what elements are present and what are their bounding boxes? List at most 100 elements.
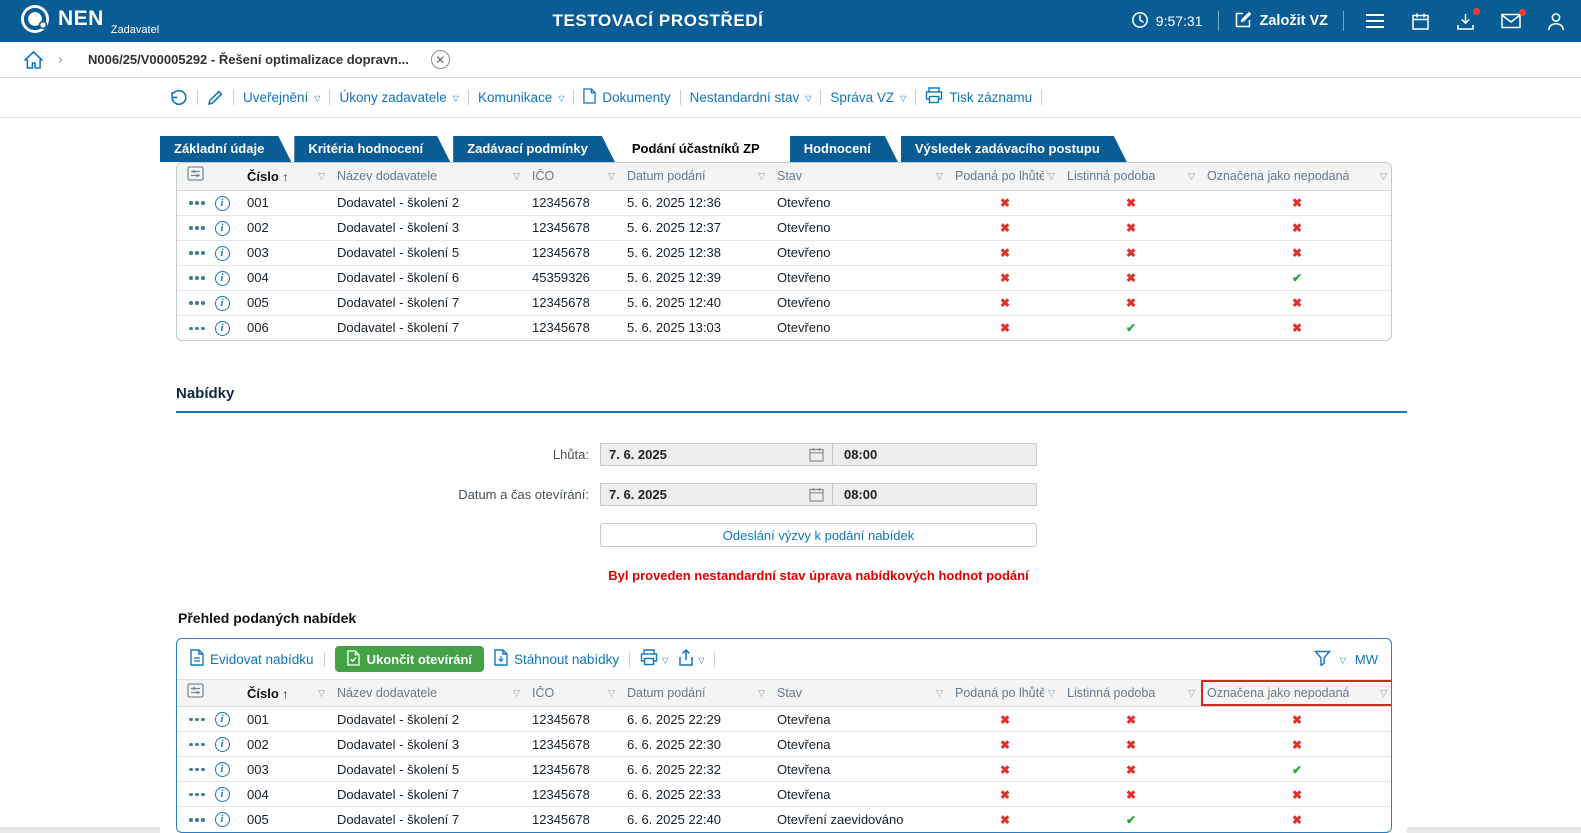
close-record-icon[interactable]: ✕ bbox=[431, 50, 450, 69]
menu-nestandardni-stav[interactable]: Nestandardní stav▽ bbox=[690, 90, 812, 105]
row-detail-icon[interactable]: i bbox=[215, 712, 230, 727]
sort-asc-icon[interactable]: ↑ bbox=[282, 170, 288, 184]
menu-dokumenty[interactable]: Dokumenty bbox=[583, 88, 670, 107]
column-header[interactable]: Datum podání▽ bbox=[621, 680, 771, 707]
filter-icon[interactable]: ▽ bbox=[936, 171, 943, 182]
column-header[interactable]: Označena jako nepodaná▽ bbox=[1201, 163, 1392, 190]
row-detail-icon[interactable]: i bbox=[215, 737, 230, 752]
row-menu-icon[interactable] bbox=[189, 251, 205, 255]
column-chooser-icon[interactable] bbox=[183, 683, 204, 698]
view-dropdown-icon[interactable]: ▽ bbox=[1340, 656, 1346, 665]
row-detail-icon[interactable]: i bbox=[215, 246, 230, 261]
deadline-date-input[interactable]: 7. 6. 2025 bbox=[600, 443, 833, 466]
tab-1[interactable]: Základní údaje bbox=[160, 136, 291, 162]
column-header[interactable]: Podaná po lhůtě▽ bbox=[949, 680, 1061, 707]
row-detail-icon[interactable]: i bbox=[215, 812, 230, 827]
row-menu-icon[interactable] bbox=[189, 768, 205, 772]
opening-time-input[interactable]: 08:00 bbox=[833, 483, 1037, 506]
calendar-picker-icon[interactable] bbox=[809, 487, 824, 502]
column-header[interactable]: Číslo ↑▽ bbox=[241, 163, 331, 190]
grid-row[interactable]: i003Dodavatel - školení 5123456786. 6. 2… bbox=[177, 757, 1392, 782]
filter-icon[interactable]: ▽ bbox=[1188, 171, 1195, 182]
filter-icon[interactable]: ▽ bbox=[758, 171, 765, 182]
tab-3[interactable]: Zadávací podmínky bbox=[453, 136, 615, 162]
row-menu-icon[interactable] bbox=[189, 743, 205, 747]
column-header[interactable]: Označena jako nepodaná▽ bbox=[1201, 680, 1392, 707]
tab-4[interactable]: Podání účastníků ZP bbox=[618, 136, 787, 162]
column-header[interactable]: Listinná podoba▽ bbox=[1061, 680, 1201, 707]
column-header[interactable]: Název dodavatele▽ bbox=[331, 163, 526, 190]
row-detail-icon[interactable]: i bbox=[215, 787, 230, 802]
home-icon[interactable] bbox=[24, 51, 43, 69]
grid-row[interactable]: i004Dodavatel - školení 7123456786. 6. 2… bbox=[177, 782, 1392, 807]
column-header[interactable]: Číslo ↑▽ bbox=[241, 680, 331, 707]
row-detail-icon[interactable]: i bbox=[215, 762, 230, 777]
messages-icon[interactable] bbox=[1501, 13, 1521, 29]
view-label[interactable]: MW bbox=[1355, 652, 1378, 667]
brand[interactable]: NEN Zadavatel bbox=[20, 4, 159, 39]
menu-sprava-vz[interactable]: Správa VZ▽ bbox=[830, 90, 906, 105]
column-header[interactable]: IČO▽ bbox=[526, 680, 621, 707]
row-menu-icon[interactable] bbox=[189, 276, 205, 280]
send-invitation-button[interactable]: Odeslání výzvy k podání nabídek bbox=[600, 523, 1037, 547]
row-menu-icon[interactable] bbox=[189, 201, 205, 205]
row-detail-icon[interactable]: i bbox=[215, 296, 230, 311]
row-detail-icon[interactable]: i bbox=[215, 196, 230, 211]
filter-icon[interactable]: ▽ bbox=[1380, 688, 1387, 699]
grid-row[interactable]: i003Dodavatel - školení 5123456785. 6. 2… bbox=[177, 240, 1392, 265]
stahnout-nabidky-button[interactable]: Stáhnout nabídky bbox=[494, 649, 619, 669]
filter-icon[interactable]: ▽ bbox=[513, 688, 520, 699]
filter-icon[interactable]: ▽ bbox=[318, 171, 325, 182]
calendar-icon[interactable] bbox=[1411, 12, 1430, 31]
row-menu-icon[interactable] bbox=[189, 327, 205, 331]
filter-icon[interactable]: ▽ bbox=[936, 688, 943, 699]
filter-icon[interactable]: ▽ bbox=[608, 171, 615, 182]
menu-icon[interactable] bbox=[1365, 13, 1385, 29]
column-header[interactable]: Podaná po lhůtě▽ bbox=[949, 163, 1061, 190]
filter-icon[interactable]: ▽ bbox=[513, 171, 520, 182]
menu-komunikace[interactable]: Komunikace▽ bbox=[478, 90, 564, 105]
grid-row[interactable]: i001Dodavatel - školení 2123456785. 6. 2… bbox=[177, 190, 1392, 215]
grid-row[interactable]: i001Dodavatel - školení 2123456786. 6. 2… bbox=[177, 707, 1392, 732]
row-menu-icon[interactable] bbox=[189, 818, 205, 822]
filter-icon[interactable]: ▽ bbox=[1048, 171, 1055, 182]
grid-row[interactable]: i002Dodavatel - školení 3123456785. 6. 2… bbox=[177, 215, 1392, 240]
row-menu-icon[interactable] bbox=[189, 226, 205, 230]
row-detail-icon[interactable]: i bbox=[215, 221, 230, 236]
column-header[interactable]: Stav▽ bbox=[771, 163, 949, 190]
print-grid-button[interactable]: ▽ bbox=[640, 649, 668, 669]
column-header[interactable]: Listinná podoba▽ bbox=[1061, 163, 1201, 190]
tab-5[interactable]: Hodnocení bbox=[790, 136, 898, 162]
grid-row[interactable]: i005Dodavatel - školení 7123456786. 6. 2… bbox=[177, 807, 1392, 832]
create-vz-button[interactable]: Založit VZ bbox=[1234, 10, 1328, 33]
filter-icon[interactable]: ▽ bbox=[608, 688, 615, 699]
user-icon[interactable] bbox=[1547, 12, 1565, 31]
opening-date-input[interactable]: 7. 6. 2025 bbox=[600, 483, 833, 506]
tab-6[interactable]: Výsledek zadávacího postupu bbox=[901, 136, 1127, 162]
column-header[interactable]: Název dodavatele▽ bbox=[331, 680, 526, 707]
row-menu-icon[interactable] bbox=[189, 301, 205, 305]
column-header[interactable]: Datum podání▽ bbox=[621, 163, 771, 190]
calendar-picker-icon[interactable] bbox=[809, 447, 824, 462]
ukoncit-oteviranI-button[interactable]: Ukončit otevírání bbox=[335, 646, 484, 672]
menu-uverejneni[interactable]: Uveřejnění▽ bbox=[243, 90, 320, 105]
filter-funnel-icon[interactable] bbox=[1314, 650, 1331, 669]
row-detail-icon[interactable]: i bbox=[215, 271, 230, 286]
column-header[interactable]: Stav▽ bbox=[771, 680, 949, 707]
downloads-icon[interactable] bbox=[1456, 12, 1475, 31]
evidovat-nabidku-button[interactable]: Evidovat nabídku bbox=[190, 649, 314, 669]
history-icon[interactable] bbox=[170, 88, 188, 106]
export-grid-button[interactable]: ▽ bbox=[678, 649, 704, 670]
filter-icon[interactable]: ▽ bbox=[758, 688, 765, 699]
filter-icon[interactable]: ▽ bbox=[1048, 688, 1055, 699]
filter-icon[interactable]: ▽ bbox=[318, 688, 325, 699]
breadcrumb-record[interactable]: N006/25/V00005292 - Řešení optimalizace … bbox=[88, 52, 409, 67]
grid-row[interactable]: i002Dodavatel - školení 3123456786. 6. 2… bbox=[177, 732, 1392, 757]
deadline-time-input[interactable]: 08:00 bbox=[833, 443, 1037, 466]
sort-asc-icon[interactable]: ↑ bbox=[282, 687, 288, 701]
column-chooser-icon[interactable] bbox=[183, 166, 204, 181]
row-menu-icon[interactable] bbox=[189, 793, 205, 797]
filter-icon[interactable]: ▽ bbox=[1188, 688, 1195, 699]
edit-record-icon[interactable] bbox=[207, 89, 224, 106]
grid-row[interactable]: i004Dodavatel - školení 6453593265. 6. 2… bbox=[177, 265, 1392, 290]
